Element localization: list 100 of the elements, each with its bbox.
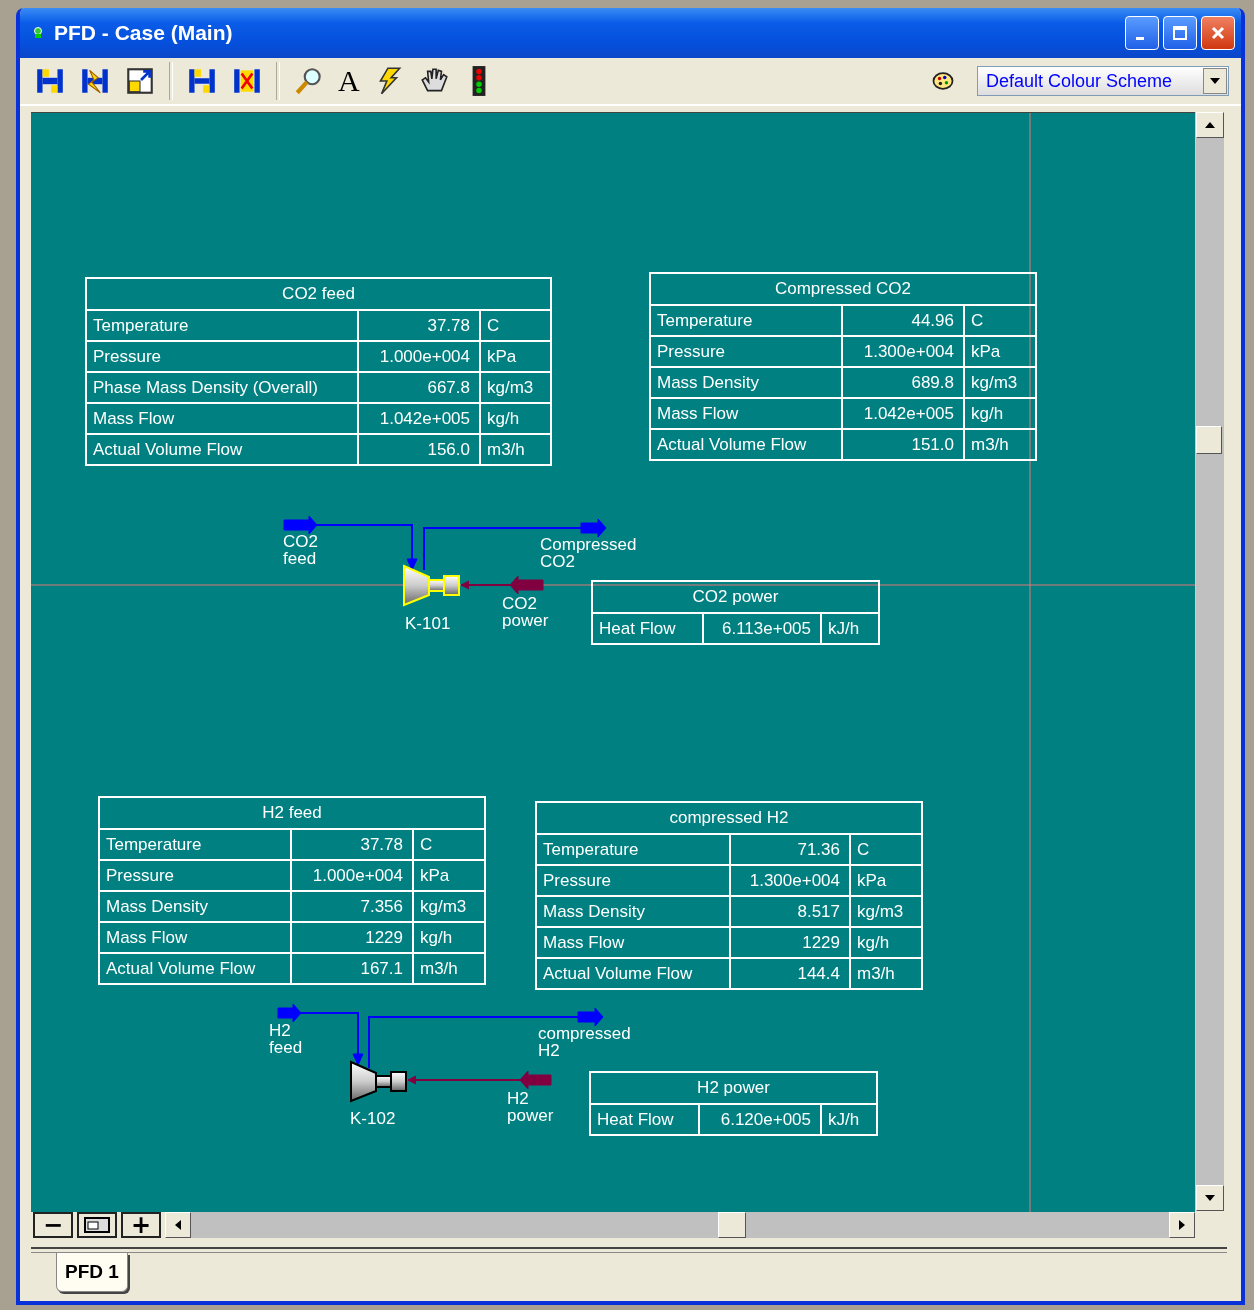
scroll-right-button[interactable] [1169,1212,1195,1238]
horizontal-scrollbar[interactable] [165,1212,1195,1238]
table-cell: kg/h [850,927,922,958]
table-cell: 71.36 [730,834,850,865]
table-cell: Actual Volume Flow [650,429,842,460]
sheet-tab[interactable]: PFD 1 [56,1253,128,1292]
table-title: compressed H2 [536,802,922,834]
close-button[interactable] [1201,16,1235,50]
table-cell: kPa [480,341,551,372]
table-cell: 44.96 [842,305,964,336]
table-cell: 1.000e+004 [291,860,413,891]
table-cell: 1.042e+005 [358,403,480,434]
table-cell: Pressure [99,860,291,891]
left-arrow-icon [175,1220,181,1230]
stream-label: CO2 power [502,595,549,629]
stream-label: Compressed CO2 [540,536,637,570]
table-cell: 1229 [291,922,413,953]
table-cell: Mass Flow [99,922,291,953]
window-title: PFD - Case (Main) [54,21,233,45]
table-cell: Temperature [99,829,291,860]
right-arrow-icon [1179,1220,1185,1230]
table-cell: m3/h [480,434,551,465]
compressor-drawing[interactable] [350,1060,407,1103]
table-cell: Pressure [650,336,842,367]
scroll-up-button[interactable] [1196,112,1224,138]
table-cell: C [480,310,551,341]
scroll-left-button[interactable] [165,1212,191,1238]
zoom-in-button[interactable]: + [121,1212,161,1238]
table-cell: 151.0 [842,429,964,460]
colour-scheme-dropdown[interactable]: Default Colour Scheme [977,66,1229,96]
stream-label: H2 feed [269,1022,303,1056]
window-icon [84,1217,110,1233]
app-icon [32,26,44,40]
table-cell: 144.4 [730,958,850,989]
table-cell: Mass Density [650,367,842,398]
unit-label: K-102 [350,1110,396,1128]
unit-label: K-101 [405,615,451,633]
table-cell: Mass Flow [650,398,842,429]
table-cell: 37.78 [291,829,413,860]
scroll-thumb[interactable] [1196,426,1222,454]
table-cell: Mass Density [536,896,730,927]
table-cell: 167.1 [291,953,413,984]
zoom-out-button[interactable]: − [33,1212,73,1238]
table-title: H2 feed [99,797,485,829]
resize-icon[interactable] [124,65,156,97]
table-cell: C [413,829,485,860]
table-cell: Temperature [650,305,842,336]
table-cell: 6.120e+005 [699,1104,821,1135]
caret-icon [1210,78,1220,84]
table-cell: Pressure [536,865,730,896]
table-cell: 7.356 [291,891,413,922]
table-cell: 6.113e+005 [703,613,821,644]
table-cell: 689.8 [842,367,964,398]
table-cell: 37.78 [358,310,480,341]
table-cell: kPa [850,865,922,896]
table-cell: Actual Volume Flow [536,958,730,989]
table-cell: kg/m3 [413,891,485,922]
table-cell: kPa [413,860,485,891]
table-cell: 667.8 [358,372,480,403]
maximize-button[interactable] [1163,16,1197,50]
table-cell: kPa [964,336,1036,367]
table-cell: kg/h [480,403,551,434]
table-cell: kg/h [964,398,1036,429]
table-cell: kg/m3 [850,896,922,927]
table-title: CO2 feed [86,278,551,310]
up-arrow-icon [1205,122,1215,128]
table-cell: m3/h [850,958,922,989]
stream-label: compressed H2 [538,1025,631,1059]
table-cell: Mass Density [99,891,291,922]
table-cell: kg/m3 [480,372,551,403]
stream-label: H2 power [507,1090,554,1124]
table-cell: m3/h [413,953,485,984]
scroll-thumb[interactable] [718,1212,746,1238]
table-cell: 1229 [730,927,850,958]
close-icon [1210,25,1226,41]
table-cell: kJ/h [821,1104,877,1135]
table-cell: C [850,834,922,865]
table-cell: Pressure [86,341,358,372]
table-cell: Temperature [536,834,730,865]
table-cell: Heat Flow [592,613,703,644]
table-cell: Temperature [86,310,358,341]
table-cell: Heat Flow [590,1104,699,1135]
table-cell: 1.000e+004 [358,341,480,372]
minimize-icon [1135,36,1144,40]
table-cell: Mass Flow [86,403,358,434]
text-tool-button[interactable]: A [338,65,360,97]
table-cell: 8.517 [730,896,850,927]
table-cell: kg/m3 [964,367,1036,398]
table-cell: 1.300e+004 [730,865,850,896]
maximize-icon [1172,25,1188,41]
table-title: H2 power [590,1072,877,1104]
table-cell: C [964,305,1036,336]
minimize-button[interactable] [1125,16,1159,50]
vertical-scrollbar[interactable] [1195,112,1224,1211]
table-cell: kJ/h [821,613,879,644]
table-cell: Actual Volume Flow [86,434,358,465]
table-cell: Actual Volume Flow [99,953,291,984]
zoom-fit-button[interactable] [77,1212,117,1238]
scroll-down-button[interactable] [1196,1185,1224,1211]
table-cell: 1.042e+005 [842,398,964,429]
